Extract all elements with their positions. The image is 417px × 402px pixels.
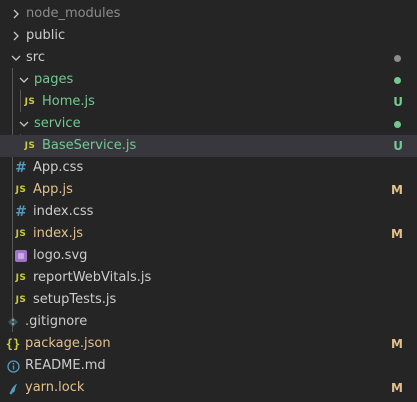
git-icon [5,311,21,333]
tree-item-label: BaseService.js [42,138,137,153]
tree-item-gitignore[interactable]: .gitignore [0,311,417,333]
tree-item-label: index.js [33,226,84,241]
chevron-down-icon [16,69,32,91]
js-icon: JS [24,97,36,107]
tree-item-label: yarn.lock [25,380,85,395]
file-explorer: node_modules public src pages JS Home.js… [0,0,417,402]
chevron-right-icon [8,25,24,47]
tree-item-label: README.md [25,358,106,373]
tree-item-label: package.json [25,336,111,351]
svg-icon [13,245,29,267]
tree-item-home-js[interactable]: JS Home.js U [0,91,417,113]
git-status-dot [394,77,401,84]
tree-item-label: setupTests.js [33,292,117,307]
tree-item-app-css[interactable]: # App.css [0,157,417,179]
js-icon: JS [24,141,36,151]
tree-item-label: index.css [33,204,94,219]
yarn-icon [5,377,21,399]
tree-item-service[interactable]: service [0,113,417,135]
git-status-badge: U [393,139,403,153]
tree-item-public[interactable]: public [0,25,417,47]
git-status-dot [394,55,401,62]
css-icon: # [15,160,27,176]
tree-item-baseservice-js[interactable]: JS BaseService.js U [0,135,417,157]
json-icon: {} [5,337,21,351]
tree-item-logo-svg[interactable]: logo.svg [0,245,417,267]
css-icon: # [15,204,27,220]
tree-item-pages[interactable]: pages [0,69,417,91]
tree-item-label: public [26,28,66,43]
tree-item-app-js[interactable]: JS App.js M [0,179,417,201]
tree-item-index-css[interactable]: # index.css [0,201,417,223]
git-status-badge: U [393,95,403,109]
tree-item-setuptests-js[interactable]: JS setupTests.js [0,289,417,311]
info-icon [5,355,21,377]
chevron-down-icon [8,47,24,69]
tree-item-label: src [26,50,45,65]
tree-item-package-json[interactable]: {} package.json M [0,333,417,355]
js-icon: JS [15,273,27,283]
tree-item-label: .gitignore [25,314,88,329]
tree-item-label: reportWebVitals.js [33,270,152,285]
tree-item-label: pages [34,72,74,87]
chevron-down-icon [16,113,32,135]
tree-item-node-modules[interactable]: node_modules [0,3,417,25]
tree-item-label: node_modules [26,6,121,21]
tree-item-reportwebvitals-js[interactable]: JS reportWebVitals.js [0,267,417,289]
tree-item-label: service [34,116,81,131]
tree-item-label: logo.svg [33,248,88,263]
git-status-badge: M [391,381,403,395]
tree-item-label: App.js [33,182,73,197]
tree-item-label: Home.js [42,94,95,109]
git-status-badge: M [391,227,403,241]
git-status-dot [394,121,401,128]
git-status-badge: M [391,337,403,351]
chevron-right-icon [8,3,24,25]
git-status-badge: M [391,183,403,197]
tree-item-readme-md[interactable]: README.md [0,355,417,377]
tree-item-src[interactable]: src [0,47,417,69]
js-icon: JS [15,229,27,239]
tree-item-yarn-lock[interactable]: yarn.lock M [0,377,417,399]
tree-item-index-js[interactable]: JS index.js M [0,223,417,245]
tree-item-label: App.css [33,160,84,175]
js-icon: JS [15,185,27,195]
js-icon: JS [15,295,27,305]
